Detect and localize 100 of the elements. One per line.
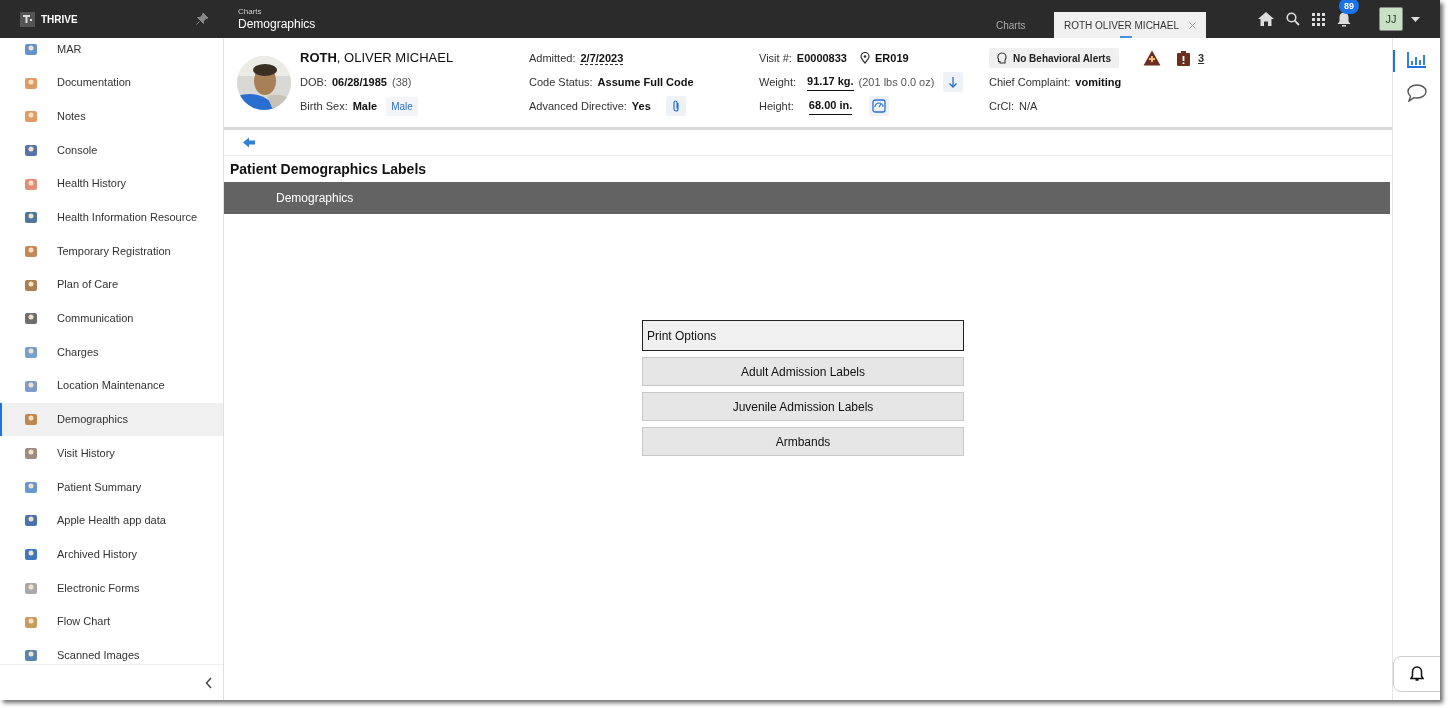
sex-tag: Male bbox=[386, 96, 418, 116]
field-label: Advanced Directive: bbox=[529, 98, 627, 114]
caret-icon[interactable] bbox=[1411, 16, 1420, 22]
alert-count-link[interactable]: 3 bbox=[1198, 49, 1205, 67]
field-value: Male bbox=[352, 98, 378, 114]
item-icon bbox=[24, 311, 38, 326]
attachment-button[interactable] bbox=[665, 96, 686, 116]
item-icon bbox=[24, 446, 38, 461]
collapse-chevron-icon[interactable] bbox=[205, 676, 213, 689]
notification-badge: 89 bbox=[1339, 0, 1359, 14]
sidebar-item[interactable]: Console bbox=[0, 133, 223, 167]
item-icon bbox=[24, 412, 38, 427]
item-icon bbox=[24, 378, 38, 393]
section-title: Patient Demographics Labels bbox=[229, 159, 428, 179]
sidebar-item[interactable]: Electronic Forms bbox=[0, 571, 223, 605]
field-value: 06/28/1985 bbox=[331, 74, 387, 90]
logo-icon bbox=[20, 11, 35, 27]
admitted-date-link[interactable]: 2/7/2023 bbox=[580, 51, 624, 65]
back-arrow-icon[interactable] bbox=[243, 137, 256, 148]
patient-name: ROTH, OLIVER MICHAEL bbox=[300, 49, 455, 68]
item-icon bbox=[24, 648, 38, 663]
chat-bubble-icon[interactable] bbox=[1406, 84, 1427, 102]
label-print-button[interactable]: Adult Admission Labels bbox=[642, 357, 964, 386]
weight-link[interactable]: 91.17 kg. bbox=[807, 73, 854, 91]
sidebar-item[interactable]: Apple Health app data bbox=[0, 503, 223, 538]
item-icon bbox=[24, 109, 38, 124]
search-icon[interactable] bbox=[1286, 12, 1300, 26]
page-title: Demographics bbox=[238, 18, 316, 30]
field-label: Admitted: bbox=[529, 50, 576, 66]
item-icon bbox=[24, 277, 38, 292]
sidebar-item[interactable]: Health History bbox=[0, 166, 223, 201]
label-print-button[interactable]: Armbands bbox=[642, 427, 964, 456]
field-value: N/A bbox=[1019, 98, 1038, 114]
patient-age: (38) bbox=[391, 74, 412, 90]
paperclip-icon bbox=[670, 99, 681, 113]
field-label: Weight: bbox=[759, 74, 797, 90]
item-icon bbox=[24, 41, 38, 56]
sidebar-item[interactable]: Scanned Images bbox=[0, 638, 223, 664]
sidebar-item[interactable]: Communication bbox=[0, 301, 223, 336]
chart-tab[interactable]: Charts bbox=[981, 12, 1054, 38]
warning-triangle-icon[interactable] bbox=[1143, 50, 1161, 66]
field-label: CrCl: bbox=[989, 98, 1015, 114]
sidebar-item[interactable]: Temporary Registration bbox=[0, 234, 223, 268]
scale-button[interactable] bbox=[869, 96, 890, 116]
item-icon bbox=[24, 614, 38, 629]
sidebar-item[interactable]: Flow Chart bbox=[0, 604, 223, 639]
field-value: E0000833 bbox=[796, 50, 847, 66]
down-arrow-button[interactable] bbox=[943, 72, 964, 92]
sidebar-item[interactable]: Archived History bbox=[0, 537, 223, 571]
item-icon bbox=[24, 210, 38, 225]
sidebar-item[interactable]: Charges bbox=[0, 335, 223, 369]
clipboard-alert-icon[interactable] bbox=[1177, 50, 1190, 66]
field-value: Yes bbox=[631, 98, 651, 114]
apps-grid-icon[interactable] bbox=[1312, 12, 1325, 26]
notifications-button[interactable] bbox=[1392, 656, 1440, 692]
field-label: DOB: bbox=[300, 74, 327, 90]
field-label: Chief Complaint: bbox=[989, 74, 1071, 90]
item-icon bbox=[24, 580, 38, 595]
bar-chart-icon[interactable] bbox=[1406, 52, 1427, 68]
field-label: Height: bbox=[759, 98, 794, 114]
section-header-bar: Demographics bbox=[224, 182, 1390, 214]
down-arrow-icon bbox=[949, 76, 958, 88]
field-label: Visit #: bbox=[759, 50, 792, 66]
location-code: ER019 bbox=[875, 50, 909, 66]
item-icon bbox=[24, 176, 38, 191]
field-value: vomiting bbox=[1075, 74, 1122, 90]
head-icon bbox=[997, 52, 1007, 64]
item-icon bbox=[24, 479, 38, 494]
sidebar-item[interactable]: Location Maintenance bbox=[0, 368, 223, 403]
field-label: Birth Sex: bbox=[300, 98, 348, 114]
sidebar-item[interactable]: Plan of Care bbox=[0, 267, 223, 302]
sidebar-item[interactable]: Patient Summary bbox=[0, 469, 223, 504]
weight-conversion: (201 lbs 0.0 oz) bbox=[858, 74, 935, 90]
sidebar-item[interactable]: Documentation bbox=[0, 65, 223, 100]
home-icon[interactable] bbox=[1258, 12, 1274, 26]
sidebar-item[interactable]: Visit History bbox=[0, 436, 223, 470]
height-link[interactable]: 68.00 in. bbox=[808, 97, 853, 115]
field-label: Code Status: bbox=[529, 74, 593, 90]
sidebar-item[interactable]: MAR bbox=[0, 38, 223, 66]
sidebar-item[interactable]: Demographics bbox=[0, 402, 223, 437]
bell-icon bbox=[1409, 666, 1424, 682]
field-value: Assume Full Code bbox=[597, 74, 694, 90]
breadcrumb-link[interactable]: Charts bbox=[238, 8, 316, 16]
scale-icon bbox=[872, 99, 887, 113]
item-icon bbox=[24, 142, 38, 157]
user-avatar[interactable]: JJ bbox=[1379, 7, 1403, 31]
sidebar-item[interactable]: Health Information Resource bbox=[0, 200, 223, 235]
item-icon bbox=[24, 243, 38, 258]
behavioral-alerts-chip[interactable]: No Behavioral Alerts bbox=[989, 48, 1119, 68]
item-icon bbox=[24, 345, 38, 360]
location-pin-icon bbox=[860, 52, 870, 64]
label-print-button[interactable]: Juvenile Admission Labels bbox=[642, 392, 964, 421]
bell-icon[interactable] bbox=[1337, 12, 1351, 27]
print-options-header: Print Options bbox=[642, 320, 964, 351]
sidebar-item[interactable]: Notes bbox=[0, 99, 223, 134]
item-icon bbox=[24, 547, 38, 562]
app-name: THRIVE bbox=[41, 12, 78, 27]
chart-tab[interactable]: ROTH OLIVER MICHAEL bbox=[1053, 12, 1206, 38]
item-icon bbox=[24, 75, 38, 90]
pin-icon[interactable] bbox=[196, 13, 208, 25]
